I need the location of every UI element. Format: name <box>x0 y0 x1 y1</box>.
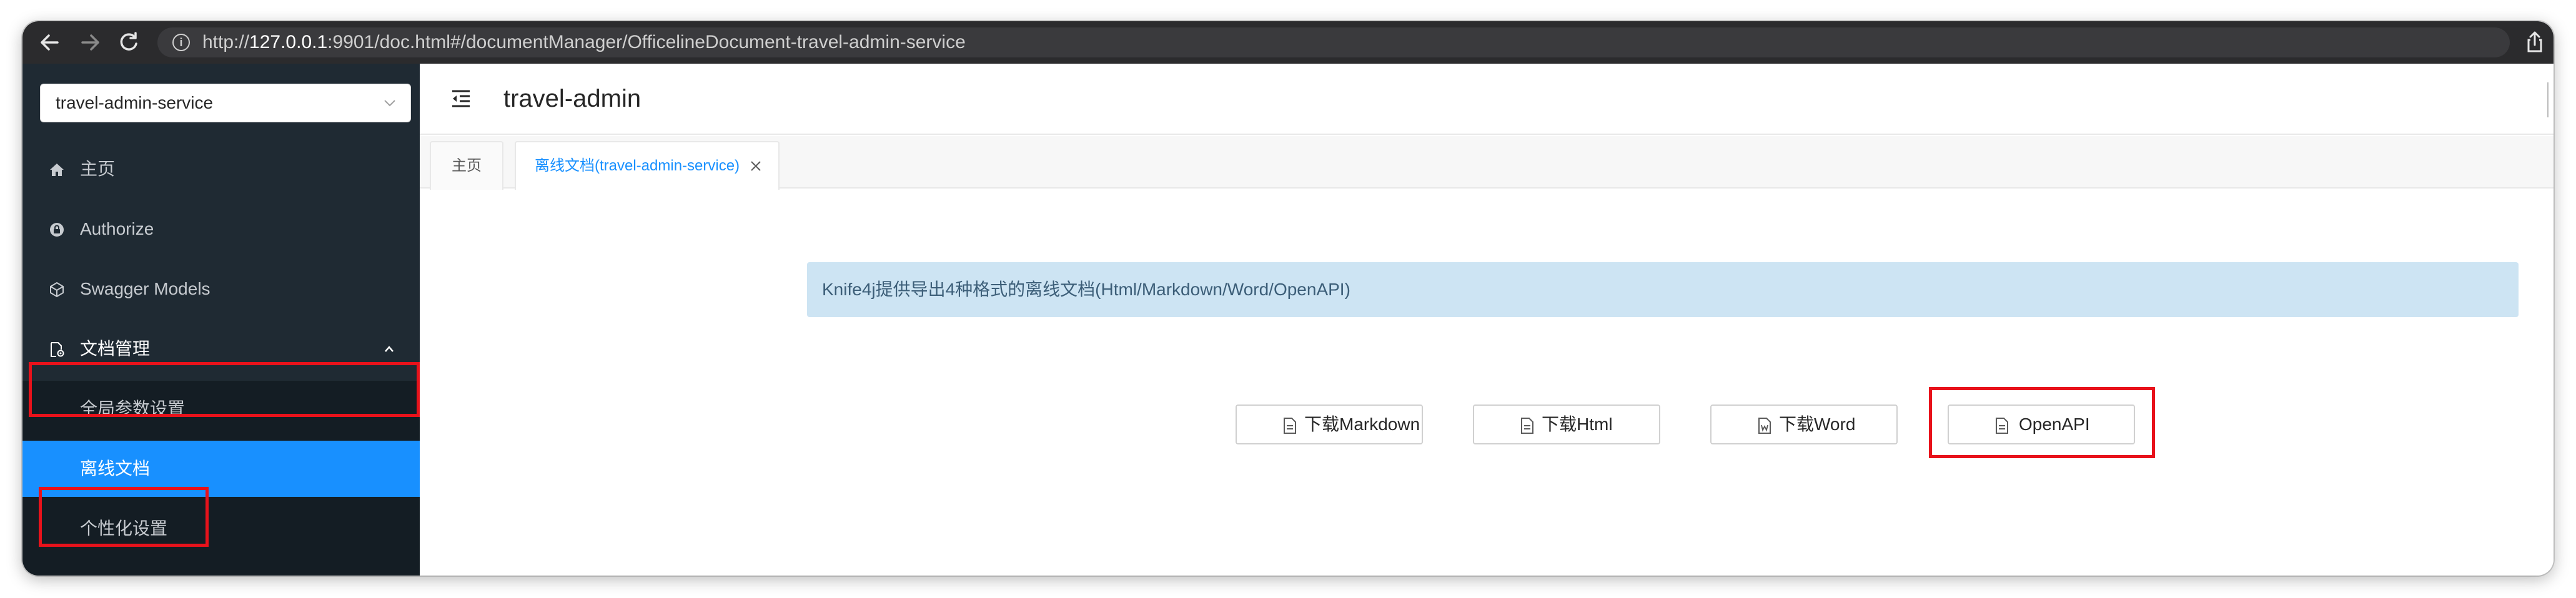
sidebar-item-swagger-models[interactable]: Swagger Models <box>22 261 420 317</box>
browser-toolbar: i http://127.0.0.1:9901/doc.html#/docume… <box>22 21 2554 64</box>
menu-fold-icon[interactable] <box>450 89 472 109</box>
sidebar-item-label: Swagger Models <box>80 279 211 298</box>
tab-home[interactable]: 主页 <box>430 141 503 190</box>
main-content: travel-admin 主页 离线文档(travel-admin-servic… <box>420 64 2554 576</box>
url-host: 127.0.0.1 <box>249 32 328 52</box>
close-icon[interactable] <box>750 160 762 172</box>
tabs-bar: 主页 离线文档(travel-admin-service) <box>420 136 2554 190</box>
service-select[interactable]: travel-admin-service <box>40 84 411 122</box>
highlight-box-openapi <box>1929 387 2155 458</box>
sidebar-item-label: 主页 <box>80 159 116 179</box>
sidebar-item-label: Authorize <box>80 219 154 238</box>
button-label: 下载Markdown <box>1304 414 1420 434</box>
button-label: 下载Html <box>1542 414 1613 434</box>
address-bar[interactable]: i http://127.0.0.1:9901/doc.html#/docume… <box>157 27 2510 57</box>
document-manage-icon <box>51 342 64 357</box>
share-icon[interactable] <box>2522 30 2547 55</box>
download-word-button[interactable]: 下载Word <box>1710 404 1898 444</box>
url-prefix: http:// <box>202 32 250 52</box>
file-text-icon <box>1521 418 1533 434</box>
file-word-icon <box>1758 418 1771 434</box>
sidebar-item-authorize[interactable]: Authorize <box>22 201 420 257</box>
info-alert: Knife4j提供导出4种格式的离线文档(Html/Markdown/Word/… <box>807 262 2519 317</box>
download-html-button[interactable]: 下载Html <box>1473 404 1660 444</box>
browser-window: i http://127.0.0.1:9901/doc.html#/docume… <box>22 21 2554 576</box>
page-title: travel-admin <box>503 85 642 112</box>
back-arrow-icon[interactable] <box>36 29 64 56</box>
button-label: 下载Word <box>1779 414 1856 434</box>
main-header: travel-admin <box>420 64 2554 135</box>
home-icon <box>50 164 64 176</box>
tab-offline-docs[interactable]: 离线文档(travel-admin-service) <box>515 141 780 190</box>
info-icon[interactable]: i <box>172 34 190 51</box>
service-select-value: travel-admin-service <box>56 93 214 112</box>
file-text-icon <box>1284 418 1296 434</box>
tab-label: 主页 <box>452 157 482 174</box>
chevron-up-icon <box>385 346 394 352</box>
alert-text: Knife4j提供导出4种格式的离线文档(Html/Markdown/Word/… <box>822 280 1350 299</box>
highlight-box-offline-docs <box>39 487 209 547</box>
sidebar-item-home[interactable]: 主页 <box>22 141 420 197</box>
sidebar: travel-admin-service 主页 Authorize Swagge… <box>22 64 420 576</box>
header-right-edge <box>2547 82 2554 117</box>
download-markdown-button[interactable]: 下载Markdown <box>1236 404 1423 444</box>
chevron-down-icon <box>384 100 395 107</box>
tab-label: 离线文档(travel-admin-service) <box>535 157 740 174</box>
lock-icon <box>50 223 64 237</box>
reload-icon[interactable] <box>115 29 142 56</box>
models-icon <box>50 282 64 298</box>
url-text[interactable]: http://127.0.0.1:9901/doc.html#/document… <box>202 27 966 57</box>
highlight-box-document-manage <box>29 362 420 417</box>
url-path: :9901/doc.html#/documentManager/Officeli… <box>327 32 966 52</box>
forward-arrow-icon[interactable] <box>76 29 104 56</box>
